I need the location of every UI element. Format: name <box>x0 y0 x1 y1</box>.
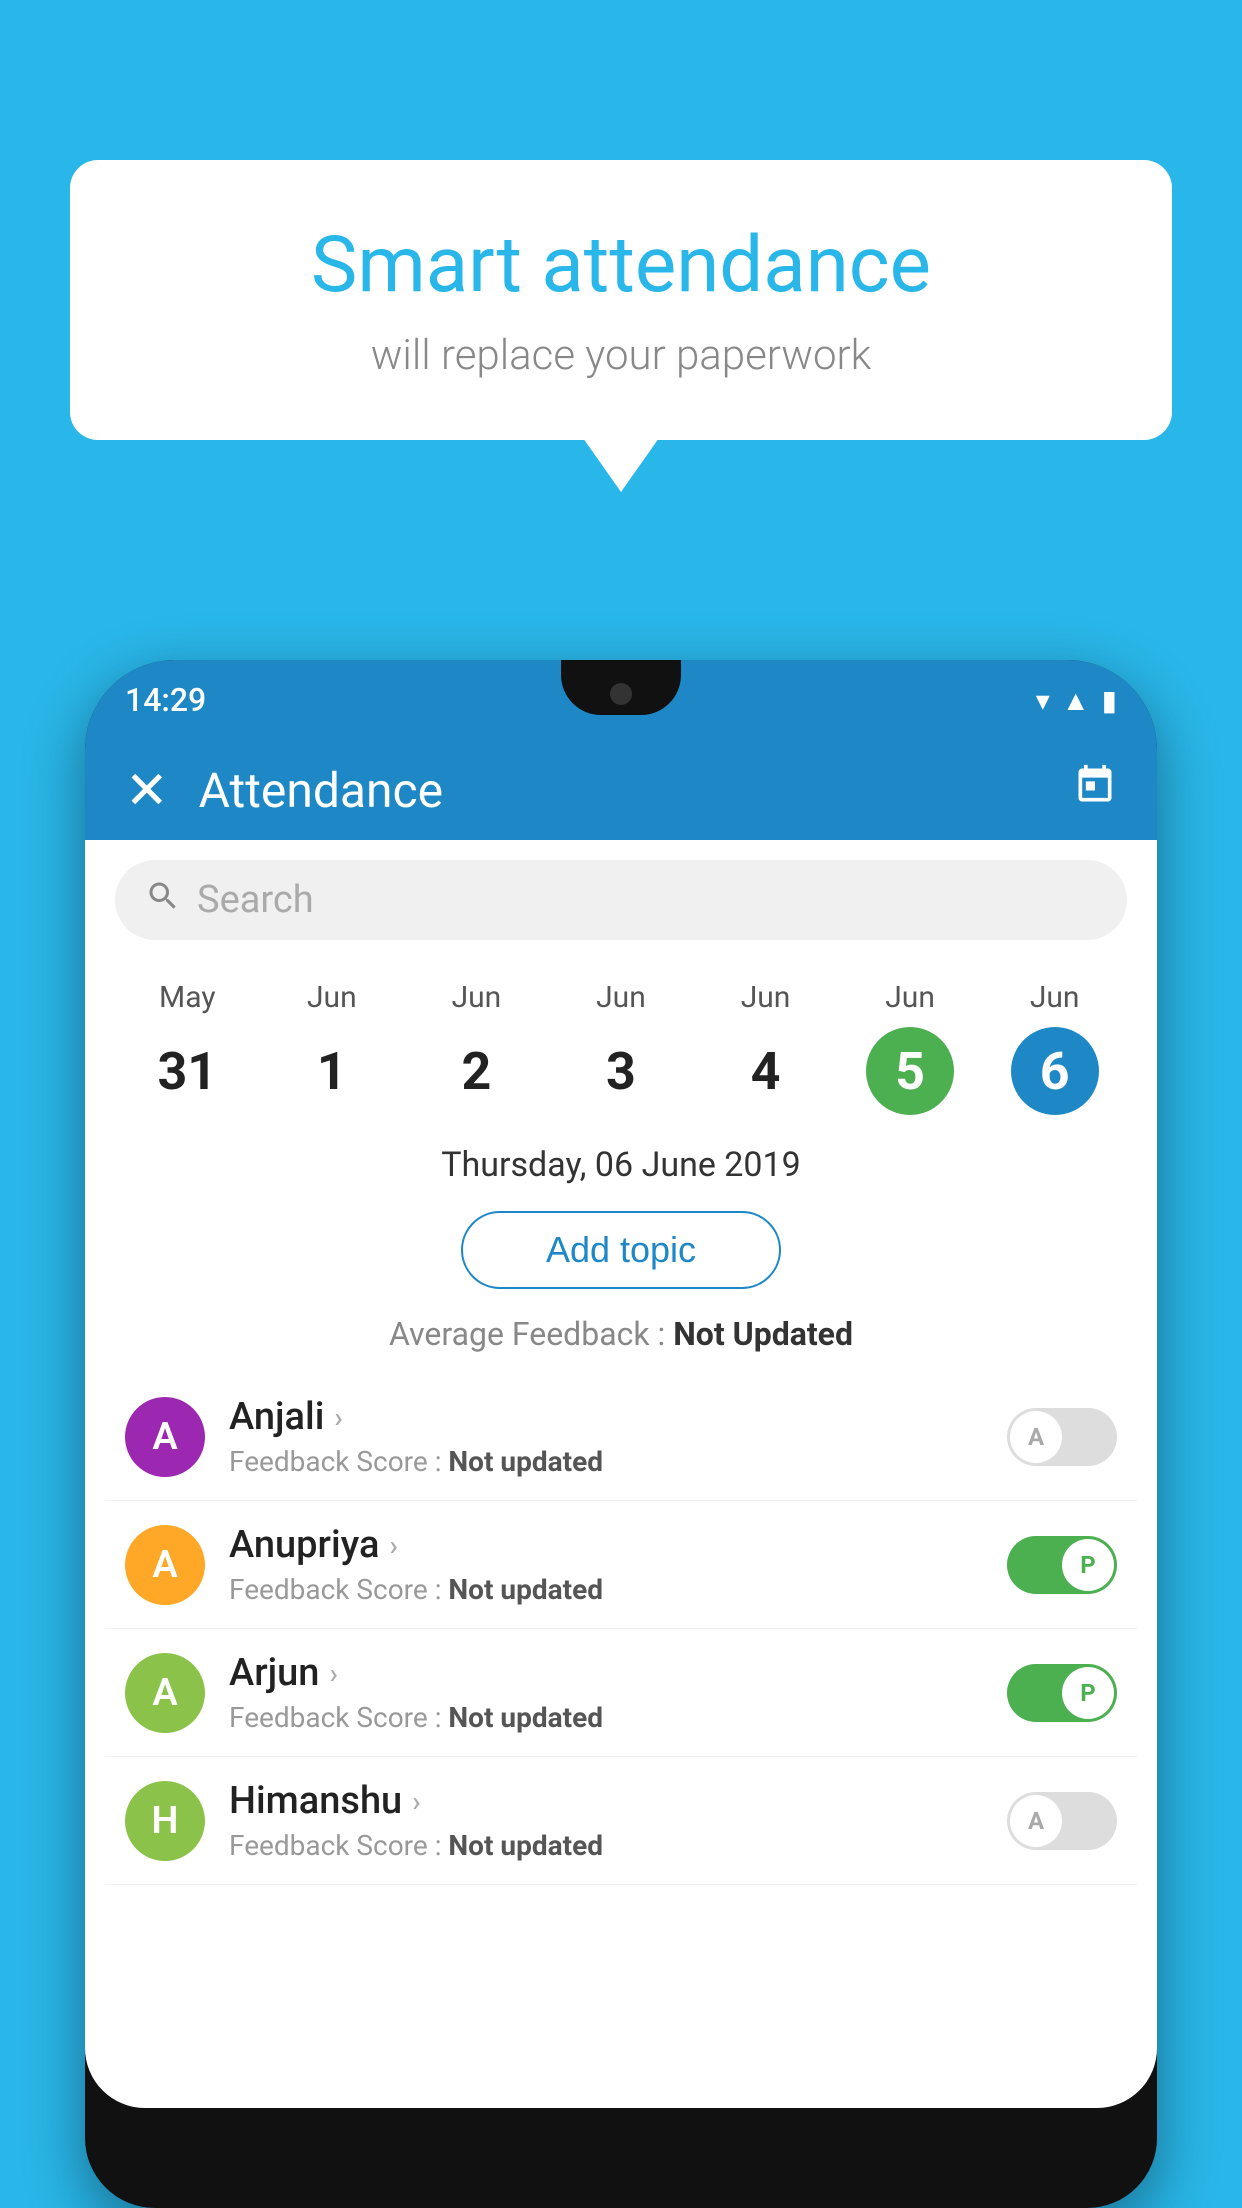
attendance-toggle[interactable]: A <box>1007 1792 1117 1850</box>
search-placeholder: Search <box>197 878 314 922</box>
cal-date-number: 5 <box>866 1027 954 1115</box>
close-button[interactable]: ✕ <box>125 760 169 821</box>
student-name: Anupriya › <box>229 1523 983 1567</box>
student-name: Anjali › <box>229 1395 983 1439</box>
search-input[interactable]: Search <box>115 860 1127 940</box>
signal-icon: ▲ <box>1062 684 1090 717</box>
search-icon <box>145 878 181 923</box>
student-info[interactable]: Anupriya › Feedback Score : Not updated <box>229 1523 983 1606</box>
avg-feedback-value: Not Updated <box>673 1315 853 1353</box>
calendar-icon[interactable] <box>1073 763 1117 818</box>
avg-feedback-prefix: Average Feedback : <box>389 1315 673 1353</box>
cal-date-number: 3 <box>577 1027 665 1115</box>
avg-feedback: Average Feedback : Not Updated <box>85 1305 1157 1373</box>
student-name: Arjun › <box>229 1651 983 1695</box>
cal-date-number: 31 <box>143 1027 231 1115</box>
calendar-day[interactable]: Jun 5 <box>866 980 954 1115</box>
student-score: Feedback Score : Not updated <box>229 1573 983 1606</box>
toggle-wrap: P <box>1007 1536 1117 1594</box>
status-bar: 14:29 ▾ ▲ ▮ <box>85 660 1157 740</box>
selected-date-label: Thursday, 06 June 2019 <box>85 1125 1157 1195</box>
wifi-icon: ▾ <box>1036 684 1050 717</box>
speech-bubble-subtitle: will replace your paperwork <box>150 331 1092 380</box>
student-name: Himanshu › <box>229 1779 983 1823</box>
toggle-wrap: P <box>1007 1664 1117 1722</box>
cal-date-number: 1 <box>288 1027 376 1115</box>
notch-camera <box>610 683 632 705</box>
cal-month-label: Jun <box>741 980 791 1015</box>
toggle-knob: A <box>1010 1795 1062 1847</box>
student-avatar: A <box>125 1653 205 1733</box>
student-score: Feedback Score : Not updated <box>229 1701 983 1734</box>
student-avatar: H <box>125 1781 205 1861</box>
speech-bubble: Smart attendance will replace your paper… <box>70 160 1172 440</box>
speech-bubble-container: Smart attendance will replace your paper… <box>70 160 1172 440</box>
attendance-toggle[interactable]: P <box>1007 1664 1117 1722</box>
phone-screen: Search May 31 Jun 1 Jun 2 Jun 3 Jun 4 Jun 5 Jun 6 Thu… <box>85 840 1157 2108</box>
calendar-strip: May 31 Jun 1 Jun 2 Jun 3 Jun 4 Jun 5 Jun 6 <box>85 960 1157 1125</box>
student-avatar: A <box>125 1525 205 1605</box>
student-item: A Anjali › Feedback Score : Not updated A <box>105 1373 1137 1501</box>
chevron-right-icon: › <box>334 1401 342 1434</box>
app-bar: ✕ Attendance <box>85 740 1157 840</box>
student-item: A Arjun › Feedback Score : Not updated P <box>105 1629 1137 1757</box>
toggle-knob: P <box>1062 1539 1114 1591</box>
cal-date-number: 6 <box>1011 1027 1099 1115</box>
attendance-toggle[interactable]: A <box>1007 1408 1117 1466</box>
attendance-toggle[interactable]: P <box>1007 1536 1117 1594</box>
student-list: AAnjali ›Feedback Score : Not updatedAAA… <box>85 1373 1157 1885</box>
cal-month-label: Jun <box>596 980 646 1015</box>
calendar-day[interactable]: Jun 6 <box>1011 980 1099 1115</box>
student-item: H Himanshu › Feedback Score : Not updated A <box>105 1757 1137 1885</box>
battery-icon: ▮ <box>1102 684 1117 717</box>
cal-month-label: Jun <box>452 980 502 1015</box>
student-info[interactable]: Himanshu › Feedback Score : Not updated <box>229 1779 983 1862</box>
cal-month-label: May <box>159 980 215 1015</box>
calendar-day[interactable]: Jun 4 <box>722 980 810 1115</box>
student-info[interactable]: Anjali › Feedback Score : Not updated <box>229 1395 983 1478</box>
student-avatar: A <box>125 1397 205 1477</box>
student-score: Feedback Score : Not updated <box>229 1829 983 1862</box>
cal-month-label: Jun <box>1030 980 1080 1015</box>
student-item: A Anupriya › Feedback Score : Not updated P <box>105 1501 1137 1629</box>
status-icons: ▾ ▲ ▮ <box>1036 684 1117 717</box>
chevron-right-icon: › <box>412 1785 420 1818</box>
toggle-wrap: A <box>1007 1792 1117 1850</box>
status-time: 14:29 <box>125 681 206 719</box>
phone-frame: 14:29 ▾ ▲ ▮ ✕ Attendance Search <box>85 660 1157 2208</box>
add-topic-button[interactable]: Add topic <box>461 1211 781 1289</box>
toggle-wrap: A <box>1007 1408 1117 1466</box>
chevron-right-icon: › <box>389 1529 397 1562</box>
toggle-knob: P <box>1062 1667 1114 1719</box>
app-title: Attendance <box>199 762 1073 819</box>
cal-date-number: 4 <box>722 1027 810 1115</box>
phone-notch <box>561 660 681 715</box>
search-bar-container: Search <box>85 840 1157 960</box>
speech-bubble-title: Smart attendance <box>150 220 1092 311</box>
calendar-day[interactable]: Jun 1 <box>288 980 376 1115</box>
student-info[interactable]: Arjun › Feedback Score : Not updated <box>229 1651 983 1734</box>
calendar-day[interactable]: May 31 <box>143 980 231 1115</box>
student-score: Feedback Score : Not updated <box>229 1445 983 1478</box>
toggle-knob: A <box>1010 1411 1062 1463</box>
cal-date-number: 2 <box>432 1027 520 1115</box>
cal-month-label: Jun <box>307 980 357 1015</box>
calendar-day[interactable]: Jun 2 <box>432 980 520 1115</box>
cal-month-label: Jun <box>885 980 935 1015</box>
chevron-right-icon: › <box>329 1657 337 1690</box>
calendar-day[interactable]: Jun 3 <box>577 980 665 1115</box>
